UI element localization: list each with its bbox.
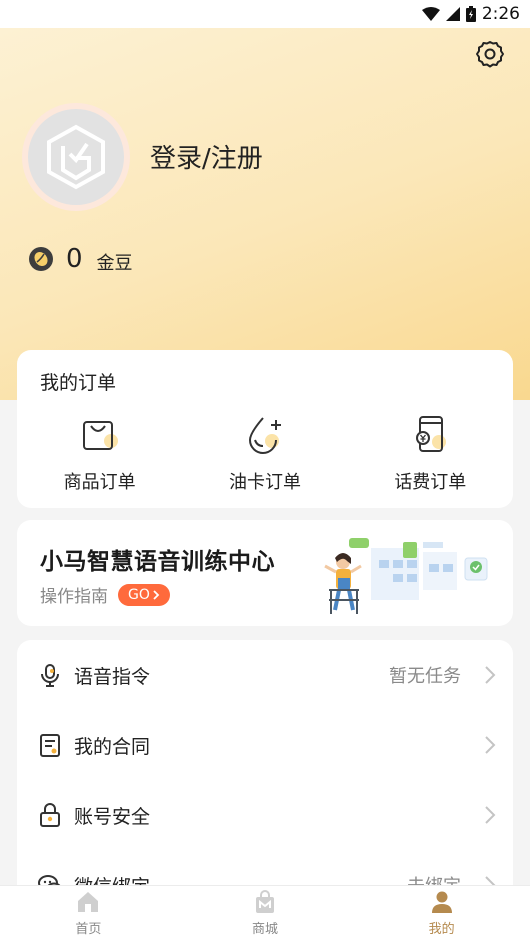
nav-tab-mall[interactable]: 商城 [177,886,354,940]
default-avatar-logo-icon [47,124,105,190]
banner-guide: 操作指南 GO [40,582,170,607]
status-icons: 2:26 [421,0,520,28]
phone-bill-orders-label: 话费订单 [394,472,467,493]
my-orders-card: 我的订单 商品订单 油卡订单 话费订单 [17,350,513,508]
oil-card-orders-label: 油卡订单 [228,472,301,493]
lock-icon [40,803,60,827]
chevron-right-icon [485,736,496,754]
phone-bill-orders-button[interactable]: 话费订单 [348,414,513,494]
gold-bean-count: 0 [66,244,83,274]
oil-drop-icon [248,417,281,454]
product-orders-label: 商品订单 [63,472,136,493]
chevron-right-icon [485,806,496,824]
mall-icon [256,890,274,913]
login-register-link[interactable]: 登录/注册 [150,138,263,175]
product-orders-button[interactable]: 商品订单 [17,414,182,494]
nav-label-profile: 我的 [428,922,455,937]
shopping-bag-icon [82,421,118,450]
battery-icon [465,6,476,22]
order-types: 商品订单 油卡订单 话费订单 [17,414,513,494]
oil-card-orders-button[interactable]: 油卡订单 [182,414,347,494]
voice-training-banner[interactable]: 小马智慧语音训练中心 操作指南 GO [17,520,513,626]
banner-subtitle: 操作指南 [40,587,108,607]
phone-bill-icon [416,416,447,452]
menu-item-account-security[interactable]: 账号安全 [17,780,513,850]
status-bar: 2:26 [0,0,530,28]
chevron-right-icon [153,589,160,600]
go-button[interactable]: GO [118,583,170,606]
nav-tab-home[interactable]: 首页 [0,886,177,940]
nav-label-home: 首页 [75,922,102,937]
wifi-icon [421,7,440,21]
avatar[interactable] [22,103,130,211]
menu-value-voice-command: 暂无任务 [389,666,461,687]
gold-bean-label: 金豆 [96,253,133,274]
profile-icon [431,891,452,913]
go-label: GO [128,586,150,603]
status-time: 2:26 [481,4,520,24]
menu-item-my-contracts[interactable]: 我的合同 [17,710,513,780]
settings-button[interactable] [474,38,506,70]
cell-signal-icon [445,7,460,21]
gold-bean-icon [29,247,53,271]
menu-item-voice-command[interactable]: 语音指令 暂无任务 [17,640,513,710]
profile-screen: 2:26 登录/注册 0 金豆 我的订单 商品订单 油卡订单 话费订单 小马智慧… [0,0,530,940]
my-orders-title: 我的订单 [40,372,117,394]
menu-label-voice-command: 语音指令 [74,665,151,688]
gear-icon [476,41,504,68]
nav-label-mall: 商城 [252,922,279,937]
contract-icon [40,734,60,757]
menu-label-account-security: 账号安全 [74,805,151,828]
banner-title: 小马智慧语音训练中心 [40,549,275,575]
training-illustration [324,538,488,614]
chevron-right-icon [485,666,496,684]
gold-bean-balance[interactable]: 0 金豆 [28,243,133,275]
bottom-navigation: 首页 商城 我的 [0,885,530,940]
microphone-icon [41,664,59,687]
home-icon [78,892,99,912]
avatar-placeholder [28,109,124,205]
menu-label-my-contracts: 我的合同 [74,735,151,758]
nav-tab-profile[interactable]: 我的 [353,886,530,940]
